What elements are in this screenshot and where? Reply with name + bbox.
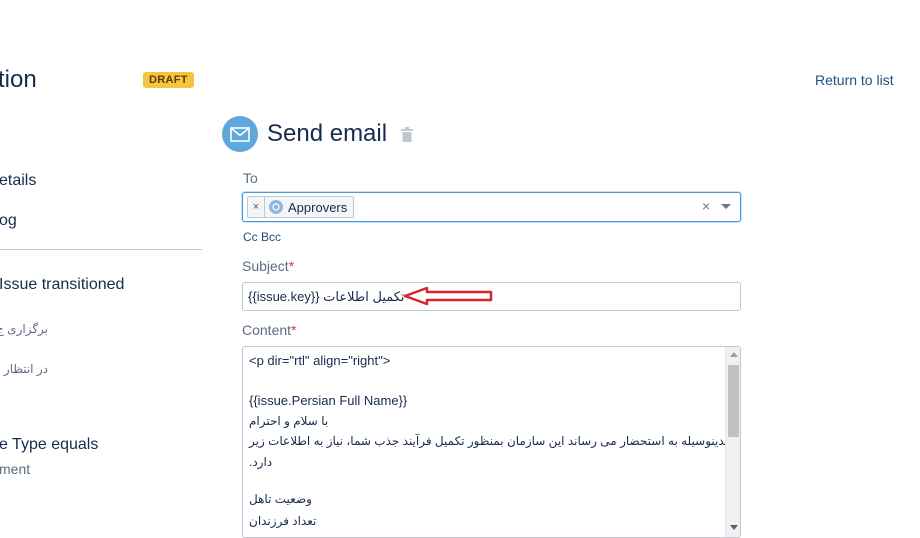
content-scrollbar[interactable]	[725, 347, 740, 537]
trash-icon[interactable]	[401, 127, 413, 147]
content-label: Content*	[242, 322, 297, 338]
recipient-chip-label: Approvers	[288, 199, 348, 215]
subject-label: Subject*	[242, 258, 294, 274]
content-line: تعداد فرزندان	[249, 514, 317, 528]
scroll-thumb[interactable]	[728, 365, 739, 437]
annotation-arrow	[403, 286, 493, 306]
draft-status-badge: DRAFT	[143, 72, 194, 88]
required-marker: *	[291, 322, 297, 338]
subject-value: تکمیل اطلاعات {{issue.key}}	[248, 289, 405, 304]
sidebar-item-issue-type-condition[interactable]: e Type equals	[0, 436, 98, 454]
clear-recipients-button[interactable]: ×	[702, 198, 710, 214]
bcc-link[interactable]: Bcc	[261, 230, 281, 244]
sidebar-divider	[0, 249, 202, 250]
content-line: وضعیت تاهل	[249, 492, 312, 506]
chevron-down-icon[interactable]	[721, 204, 731, 209]
to-label: To	[243, 170, 258, 186]
content-textarea[interactable]: <p dir="rtl" align="right"> {{issue.Pers…	[242, 346, 741, 538]
page-title: tion	[0, 66, 37, 93]
cc-link[interactable]: Cc	[243, 230, 258, 244]
subject-label-text: Subject	[242, 258, 289, 274]
content-line: دارد.	[249, 455, 273, 469]
envelope-icon	[222, 116, 258, 152]
scroll-down-arrow-icon[interactable]	[730, 525, 738, 530]
content-line: <p dir="rtl" align="right">	[249, 353, 391, 368]
remove-chip-button[interactable]: ×	[248, 197, 265, 217]
sidebar-item-issue-transitioned[interactable]: Issue transitioned	[0, 276, 124, 294]
sidebar-item-log[interactable]: og	[0, 212, 17, 230]
sidebar-transition-to: در انتظار ت	[0, 362, 48, 376]
scroll-up-arrow-icon[interactable]	[730, 352, 738, 357]
sidebar-item-details[interactable]: etails	[0, 172, 36, 190]
return-to-list-link[interactable]: Return to list	[815, 72, 894, 88]
sidebar-condition-value: ment	[0, 461, 31, 477]
recipient-chip[interactable]: × Approvers	[247, 196, 355, 218]
content-line: {{issue.Persian Full Name}}	[249, 393, 408, 408]
required-marker: *	[288, 258, 295, 274]
content-label-text: Content	[242, 322, 292, 338]
content-line: بدینوسیله به استحضار می رساند این سازمان…	[249, 434, 728, 448]
group-icon	[269, 200, 283, 214]
to-recipient-field[interactable]: × Approvers ×	[242, 192, 741, 222]
action-title: Send email	[267, 120, 388, 147]
content-line: با سلام و احترام	[249, 414, 329, 428]
sidebar-transition-from: برگزاری ج	[0, 322, 48, 336]
cc-bcc-links: Cc Bcc	[243, 230, 281, 244]
